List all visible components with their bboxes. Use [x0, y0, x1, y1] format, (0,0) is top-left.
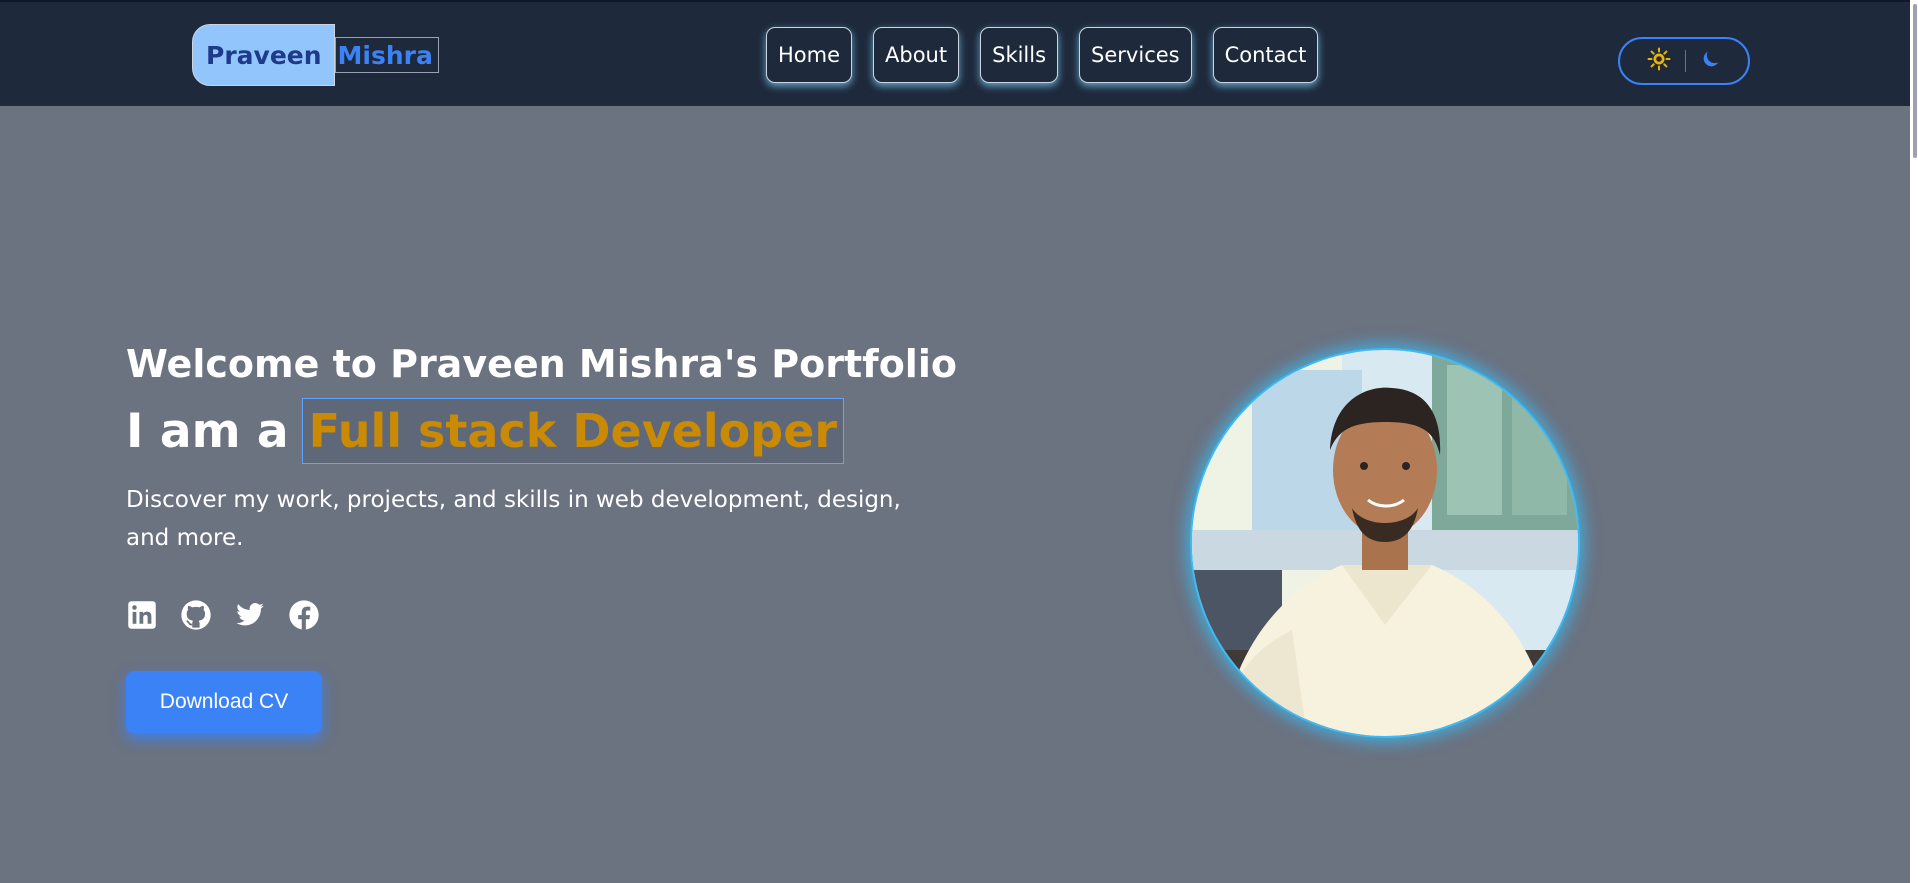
- navbar: Praveen Mishra Home About Skills Service…: [0, 0, 1918, 106]
- profile-illustration: [1192, 350, 1578, 736]
- nav-contact-button[interactable]: Contact: [1212, 27, 1319, 83]
- role-text: Full stack Developer: [308, 404, 838, 458]
- hero-description: Discover my work, projects, and skills i…: [126, 487, 901, 551]
- scrollbar-thumb[interactable]: [1913, 4, 1917, 158]
- theme-toggle[interactable]: [1618, 37, 1750, 85]
- role-line: I am a Full stack Developer: [126, 398, 926, 464]
- nav-home-button[interactable]: Home: [766, 27, 853, 83]
- welcome-heading: Welcome to Praveen Mishra's Portfolio: [126, 342, 957, 386]
- download-cv-button[interactable]: Download CV: [126, 671, 322, 733]
- logo-last-name: Mishra: [334, 37, 439, 73]
- toggle-divider: [1684, 50, 1686, 72]
- sun-icon[interactable]: [1647, 47, 1671, 75]
- role-box: Full stack Developer: [301, 398, 845, 464]
- social-links: [126, 599, 926, 631]
- nav-services-button[interactable]: Services: [1079, 27, 1192, 83]
- nav-about-button[interactable]: About: [873, 27, 960, 83]
- twitter-icon[interactable]: [234, 599, 266, 631]
- logo-first-name: Praveen: [192, 24, 335, 86]
- facebook-icon[interactable]: [288, 599, 320, 631]
- hero-content: Welcome to Praveen Mishra's Portfolio I …: [126, 338, 957, 733]
- nav-links: Home About Skills Services Contact: [766, 27, 1319, 83]
- nav-skills-button[interactable]: Skills: [980, 27, 1059, 83]
- moon-icon[interactable]: [1700, 48, 1722, 74]
- iam-text: I am a: [126, 403, 289, 459]
- github-icon[interactable]: [180, 599, 212, 631]
- logo[interactable]: Praveen Mishra: [192, 24, 439, 86]
- profile-photo: [1190, 348, 1580, 738]
- linkedin-icon[interactable]: [126, 599, 158, 631]
